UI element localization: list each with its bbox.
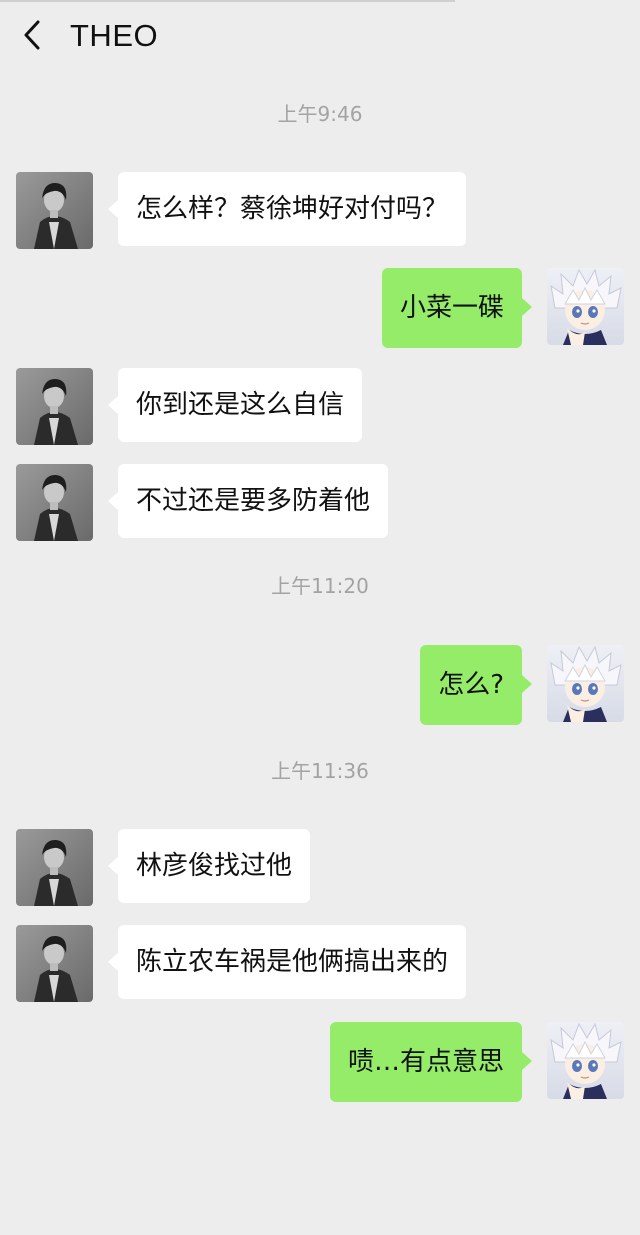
- received-message[interactable]: 怎么样？蔡徐坤好对付吗？: [107, 172, 467, 246]
- contact-avatar[interactable]: [16, 368, 93, 445]
- chat-header: THEO: [0, 0, 640, 72]
- contact-avatar[interactable]: [16, 464, 93, 541]
- contact-name: THEO: [70, 18, 159, 53]
- sent-message[interactable]: 怎么?: [420, 645, 532, 725]
- self-avatar[interactable]: [547, 268, 624, 345]
- received-message[interactable]: 林彦俊找过他: [107, 829, 311, 903]
- contact-avatar[interactable]: [16, 172, 93, 249]
- chevron-left-icon: [24, 20, 40, 50]
- contact-avatar[interactable]: [16, 925, 93, 1002]
- back-button[interactable]: [16, 16, 52, 54]
- sent-message[interactable]: 啧…有点意思: [329, 1022, 533, 1102]
- timestamp: 上午11:36: [271, 759, 369, 783]
- received-message[interactable]: 不过还是要多防着他: [107, 464, 389, 538]
- timestamp: 上午11:20: [271, 574, 369, 598]
- sent-message[interactable]: 小菜一碟: [381, 268, 533, 348]
- chat-screen: THEO 上午9:46 怎么样？蔡徐坤好对付吗？ 小菜一碟 你到还是这么自信 不…: [0, 0, 640, 1235]
- self-avatar[interactable]: [547, 1022, 624, 1099]
- received-message[interactable]: 你到还是这么自信: [107, 368, 363, 442]
- timestamp: 上午9:46: [277, 102, 363, 126]
- received-message[interactable]: 陈立农车祸是他俩搞出来的: [107, 925, 467, 999]
- contact-avatar[interactable]: [16, 829, 93, 906]
- self-avatar[interactable]: [547, 645, 624, 722]
